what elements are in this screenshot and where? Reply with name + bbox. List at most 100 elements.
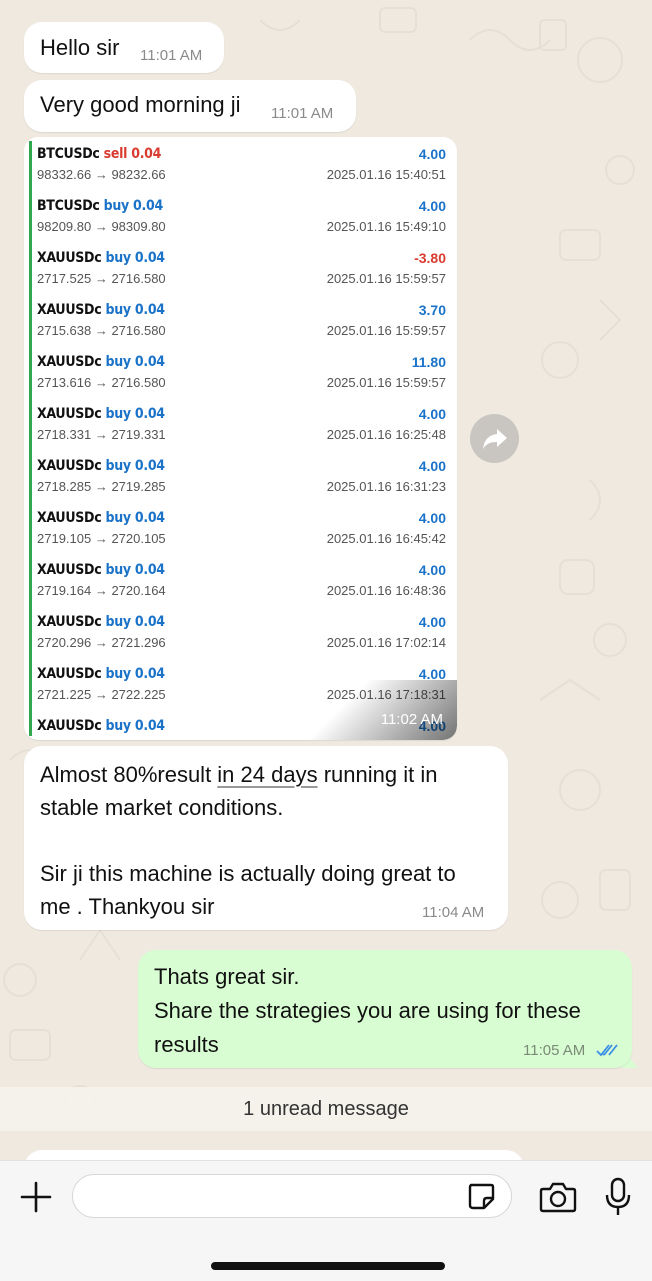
side-label: sell (103, 146, 128, 162)
forward-button[interactable] (470, 414, 519, 463)
message-text: Thats great sir. Share the strategies yo… (154, 960, 581, 1062)
trade-symbol: BTCUSDc sell 0.04 (37, 146, 161, 162)
lot-size: 0.04 (134, 666, 165, 682)
symbol-name: XAUUSDc (37, 354, 102, 370)
trade-symbol: XAUUSDc buy 0.04 (37, 614, 165, 630)
trade-history-image[interactable]: BTCUSDc sell 0.04 98332.66 → 98232.66 4.00… (24, 137, 457, 740)
symbol-name: XAUUSDc (37, 302, 102, 318)
microphone-icon (605, 1177, 631, 1215)
message-link[interactable]: in 24 days (217, 762, 317, 787)
lot-size: 0.04 (134, 250, 165, 266)
lot-size: 0.04 (131, 146, 162, 162)
side-label: buy (105, 406, 131, 422)
incoming-message[interactable]: Hello sir 11:01 AM (24, 22, 224, 73)
message-time: 11:01 AM (271, 105, 334, 122)
trade-prices: 98209.80 → 98309.80 (37, 219, 166, 234)
message-time: 11:01 AM (140, 47, 203, 64)
trade-list: BTCUSDc sell 0.04 98332.66 → 98232.66 4.00… (29, 141, 456, 736)
trade-symbol: BTCUSDc buy 0.04 (37, 198, 163, 214)
image-time: 11:02 AM (380, 711, 443, 728)
trade-row: BTCUSDc sell 0.04 98332.66 → 98232.66 4.00… (32, 141, 456, 193)
trade-symbol: XAUUSDc buy 0.04 (37, 718, 165, 734)
symbol-name: XAUUSDc (37, 666, 102, 682)
trade-symbol: XAUUSDc buy 0.04 (37, 666, 165, 682)
trade-time: 2025.01.16 17:02:14 (326, 635, 446, 650)
trade-side: buy 0.04 (105, 666, 165, 682)
trade-prices: 2715.638 → 2716.580 (37, 323, 166, 338)
symbol-name: XAUUSDc (37, 718, 102, 734)
unread-label: 1 unread message (243, 1097, 409, 1120)
attach-button[interactable] (16, 1177, 56, 1217)
trade-symbol: XAUUSDc buy 0.04 (37, 406, 165, 422)
trade-profit: 4.00 (418, 458, 446, 474)
forward-arrow-icon (482, 428, 507, 449)
trade-row: XAUUSDc buy 0.04 2713.616 → 2716.580 11.80… (32, 349, 456, 401)
trade-row: XAUUSDc buy 0.04 2717.525 → 2716.580 -3.80… (32, 245, 456, 297)
symbol-name: XAUUSDc (37, 562, 102, 578)
trade-profit: -3.80 (414, 250, 446, 266)
message-line: me . Thankyou sir (40, 894, 215, 919)
trade-symbol: XAUUSDc buy 0.04 (37, 302, 165, 318)
unread-separator: 1 unread message (0, 1087, 652, 1131)
lot-size: 0.04 (134, 406, 165, 422)
trade-side: buy 0.04 (105, 458, 165, 474)
trade-side: buy 0.04 (105, 562, 165, 578)
home-indicator (211, 1262, 445, 1270)
trade-side: buy 0.04 (105, 354, 165, 370)
trade-time: 2025.01.16 16:45:42 (326, 531, 446, 546)
trade-row: XAUUSDc buy 0.04 2720.296 → 2721.296 4.00 2… (32, 609, 456, 661)
trade-symbol: XAUUSDc buy 0.04 (37, 354, 165, 370)
trade-time: 2025.01.16 15:59:57 (326, 323, 446, 338)
message-line: Share the strategies you are using for t… (154, 998, 581, 1023)
incoming-message[interactable]: Very good morning ji 11:01 AM (24, 80, 356, 132)
camera-button[interactable] (536, 1175, 580, 1219)
trade-time: 2025.01.16 16:48:36 (326, 583, 446, 598)
trade-side: buy 0.04 (105, 250, 165, 266)
trade-time: 2025.01.16 15:49:10 (326, 219, 446, 234)
incoming-message[interactable]: Almost 80%result in 24 days running it i… (24, 746, 508, 930)
message-line: results (154, 1032, 219, 1057)
side-label: buy (105, 614, 131, 630)
trade-prices: 98332.66 → 98232.66 (37, 167, 166, 182)
symbol-name: XAUUSDc (37, 458, 102, 474)
lot-size: 0.04 (134, 302, 165, 318)
message-time: 11:05 AM (523, 1042, 586, 1059)
trade-prices: 2718.285 → 2719.285 (37, 479, 166, 494)
trade-profit: 4.00 (418, 406, 446, 422)
outgoing-message[interactable]: Thats great sir. Share the strategies yo… (138, 950, 632, 1068)
sticker-button[interactable] (462, 1177, 500, 1215)
trade-symbol: XAUUSDc buy 0.04 (37, 458, 165, 474)
lot-size: 0.04 (133, 198, 163, 214)
plus-icon (20, 1181, 52, 1213)
trade-prices: 2717.525 → 2716.580 (37, 271, 166, 286)
trade-side: buy 0.04 (105, 406, 165, 422)
side-label: buy (105, 718, 131, 734)
trade-side: buy 0.04 (105, 718, 165, 734)
trade-side: sell 0.04 (103, 146, 162, 162)
message-input[interactable] (72, 1174, 512, 1218)
trade-time: 2025.01.16 16:31:23 (326, 479, 446, 494)
trade-prices: 2719.105 → 2720.105 (37, 531, 166, 546)
side-label: buy (105, 510, 131, 526)
symbol-name: XAUUSDc (37, 510, 102, 526)
voice-button[interactable] (598, 1173, 638, 1221)
input-bar (0, 1160, 652, 1281)
trade-side: buy 0.04 (105, 302, 165, 318)
trade-symbol: XAUUSDc buy 0.04 (37, 510, 165, 526)
chat-background: Hello sir 11:01 AM Very good morning ji … (0, 0, 652, 1160)
trade-prices: 2720.296 → 2721.296 (37, 635, 166, 650)
trade-prices: 2713.616 → 2716.580 (37, 375, 166, 390)
message-text-part: running it in (317, 762, 438, 787)
trade-profit: 4.00 (418, 146, 446, 162)
lot-size: 0.04 (134, 718, 165, 734)
trade-prices: 2719.164 → 2720.164 (37, 583, 166, 598)
image-shade (287, 680, 457, 740)
lot-size: 0.04 (134, 458, 165, 474)
side-label: buy (105, 458, 131, 474)
trade-profit: 4.00 (418, 510, 446, 526)
side-label: buy (105, 250, 131, 266)
lot-size: 0.04 (134, 510, 165, 526)
message-text-part: Almost 80%result (40, 762, 218, 787)
trade-profit: 4.00 (418, 562, 446, 578)
lot-size: 0.04 (134, 354, 165, 370)
